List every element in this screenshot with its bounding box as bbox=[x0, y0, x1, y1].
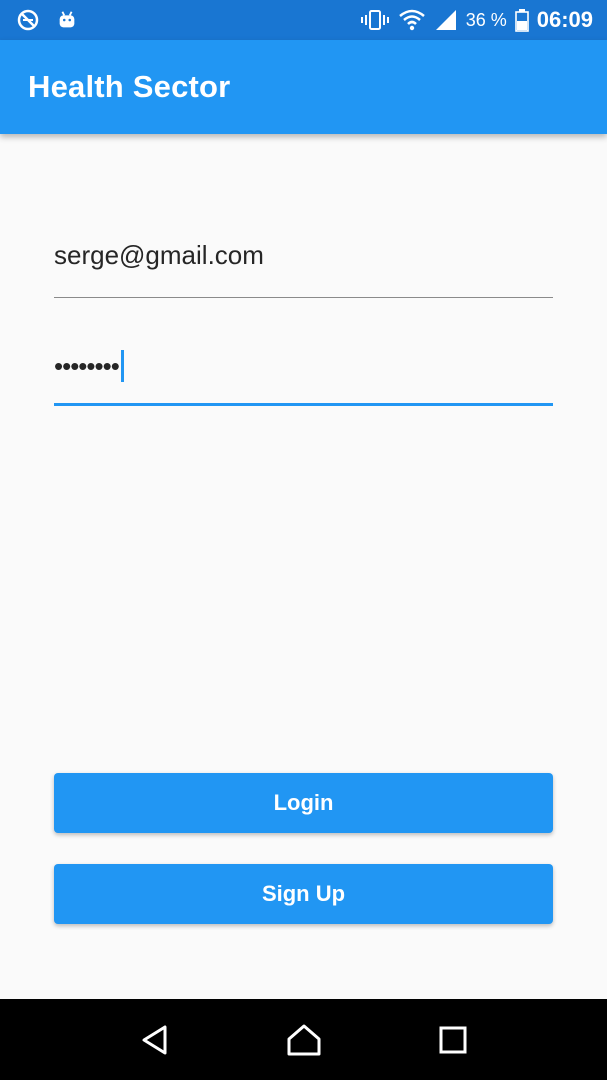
email-field[interactable]: serge@gmail.com bbox=[54, 230, 553, 298]
wifi-icon bbox=[398, 8, 426, 32]
vibrate-icon bbox=[360, 8, 390, 32]
status-bar: 36 % 06:09 bbox=[0, 0, 607, 40]
signup-button[interactable]: Sign Up bbox=[54, 864, 553, 924]
signal-icon bbox=[434, 8, 458, 32]
text-cursor bbox=[120, 350, 124, 382]
data-saver-icon bbox=[16, 8, 40, 32]
battery-icon bbox=[514, 8, 529, 32]
recents-icon[interactable] bbox=[423, 1010, 483, 1070]
app-title: Health Sector bbox=[28, 69, 231, 104]
home-icon[interactable] bbox=[274, 1010, 334, 1070]
password-field[interactable]: •••••••• bbox=[54, 336, 553, 406]
android-icon bbox=[56, 9, 78, 31]
email-value: serge@gmail.com bbox=[54, 240, 264, 270]
signup-button-label: Sign Up bbox=[261, 881, 346, 906]
status-time: 06:09 bbox=[536, 7, 593, 32]
login-button-label: Login bbox=[273, 790, 334, 815]
navigation-bar bbox=[0, 999, 607, 1080]
login-button[interactable]: Login bbox=[54, 773, 553, 833]
battery-percent: 36 % bbox=[465, 9, 507, 30]
back-icon[interactable] bbox=[125, 1010, 185, 1070]
app-bar: Health Sector bbox=[0, 40, 607, 134]
password-value: •••••••• bbox=[54, 351, 120, 381]
